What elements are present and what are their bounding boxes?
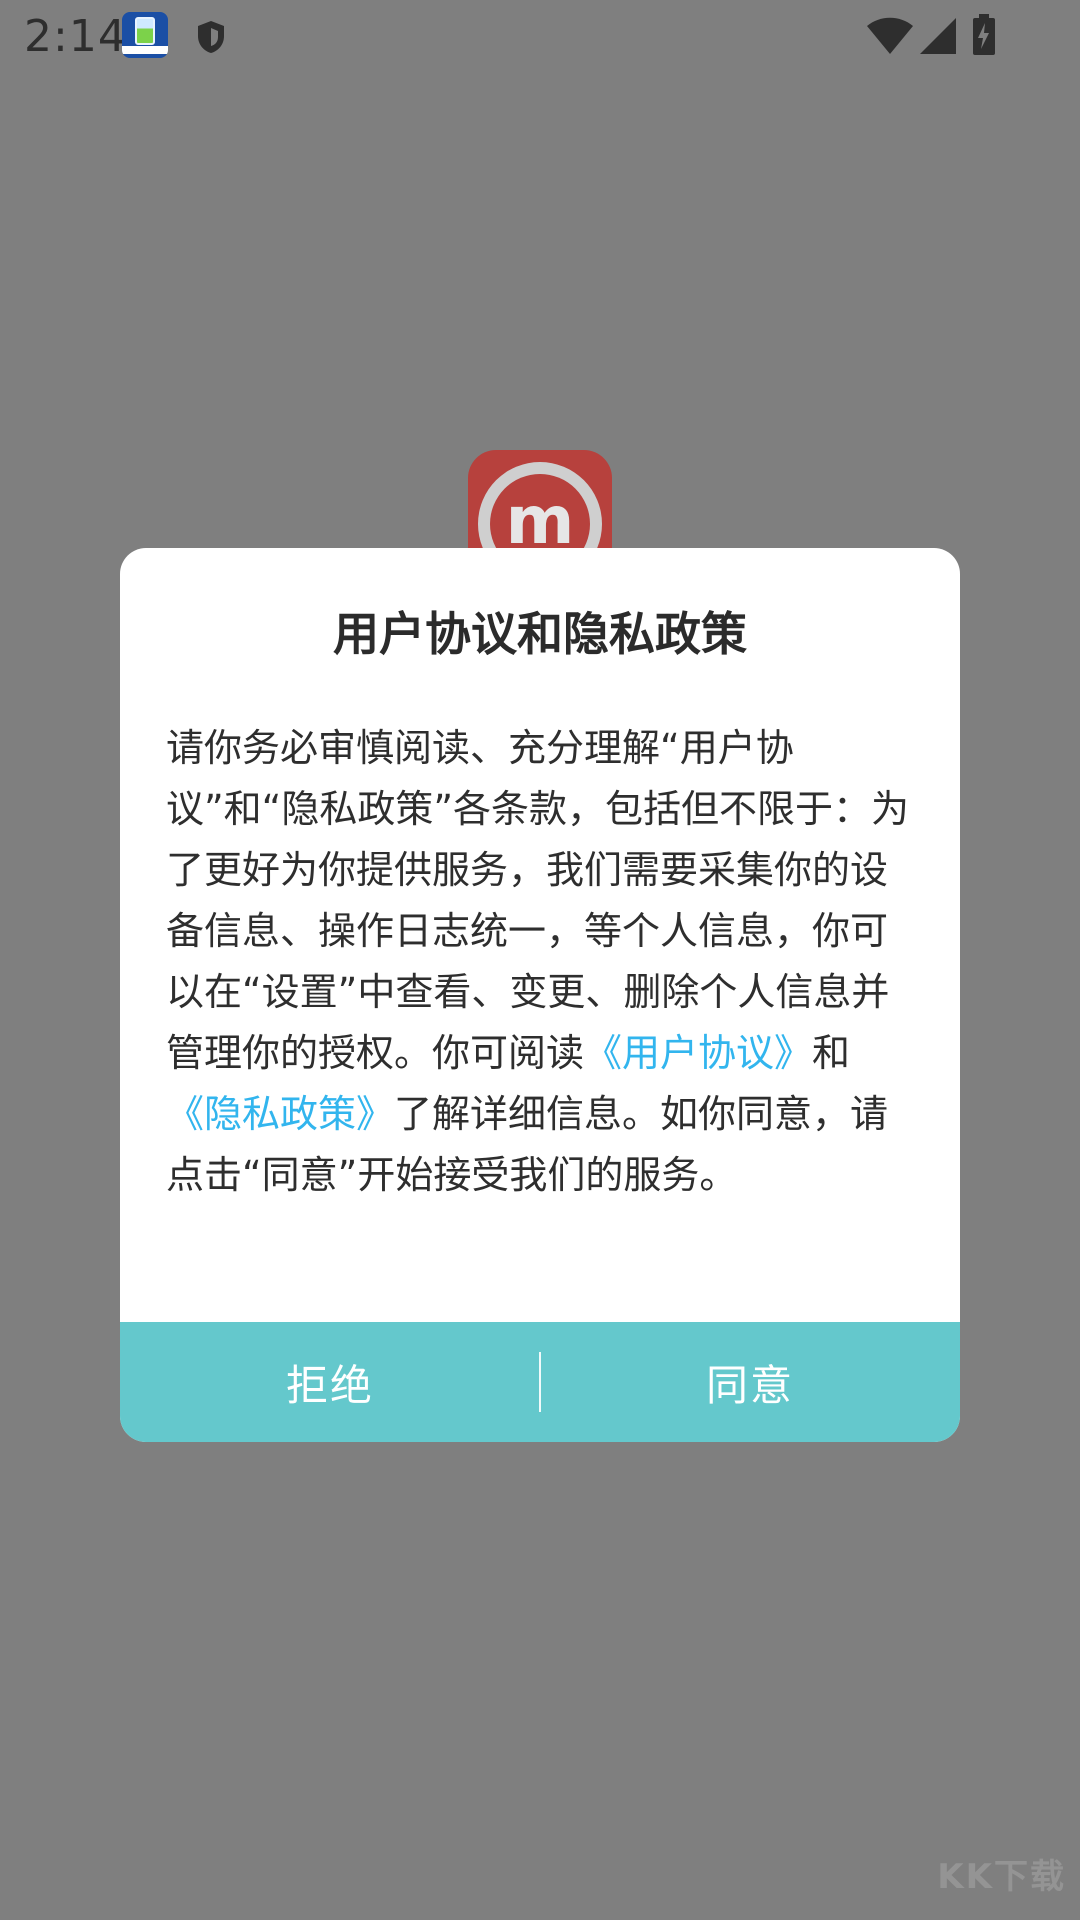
user-agreement-link[interactable]: 《用户协议》 (584, 1031, 812, 1075)
privacy-policy-link[interactable]: 《隐私政策》 (166, 1092, 394, 1136)
dialog-title: 用户协议和隐私政策 (333, 607, 747, 661)
privacy-dialog: 用户协议和隐私政策 请你务必审慎阅读、充分理解“用户协议”和“隐私政策”各条款，… (120, 548, 960, 1442)
button-divider (539, 1352, 541, 1412)
status-time: 2:14 (24, 11, 127, 62)
wifi-icon (867, 17, 913, 54)
agree-button[interactable]: 同意 (540, 1322, 960, 1442)
body-text-part1: 请你务必审慎阅读、充分理解“用户协议”和“隐私政策”各条款，包括但不限于：为了更… (166, 726, 910, 1075)
dialog-body: 请你务必审慎阅读、充分理解“用户协议”和“隐私政策”各条款，包括但不限于：为了更… (166, 718, 918, 1206)
reject-button[interactable]: 拒绝 (120, 1322, 540, 1442)
battery-app-icon (122, 12, 168, 58)
status-icons (866, 14, 996, 58)
status-bar: 2:14 (0, 0, 1080, 72)
cellular-signal-icon (920, 18, 956, 54)
body-connector: 和 (812, 1031, 851, 1075)
watermark-logo: KK下载 (937, 1857, 1066, 1897)
shield-icon (198, 21, 224, 53)
battery-charging-icon (973, 14, 995, 55)
dialog-button-bar: 拒绝 同意 (120, 1322, 960, 1442)
